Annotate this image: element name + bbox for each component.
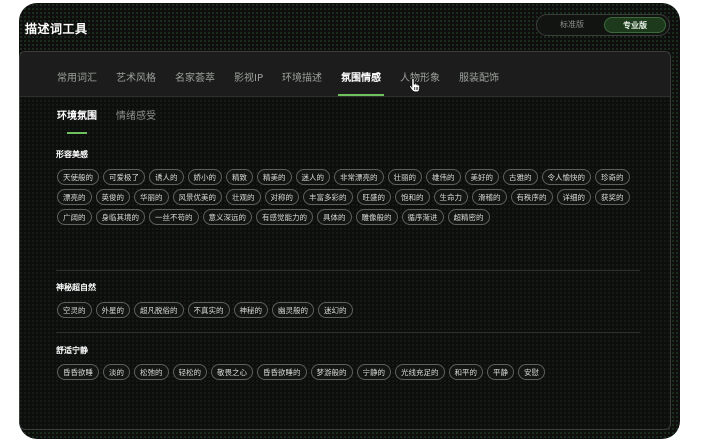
keyword-chip[interactable]: 饱和的 xyxy=(395,189,430,205)
keyword-chip[interactable]: 光线充足的 xyxy=(395,364,445,380)
keyword-chip[interactable]: 平静 xyxy=(487,364,514,380)
category-tabbar: 常用词汇 艺术风格 名家荟萃 影视IP 环境描述 氛围情感 人物形象 服装配饰 xyxy=(20,52,670,97)
section-title-beauty: 形容美感 xyxy=(56,150,88,159)
chip-list-mystic: 空灵的 外星的 超凡脱俗的 不真实的 神秘的 幽灵般的 迷幻的 xyxy=(57,302,643,318)
tab-masters[interactable]: 名家荟萃 xyxy=(175,69,215,84)
tab-art-style[interactable]: 艺术风格 xyxy=(116,69,156,84)
keyword-chip[interactable]: 精致 xyxy=(226,169,253,185)
keyword-chip[interactable]: 广阔的 xyxy=(57,209,92,225)
tab-atmosphere[interactable]: 氛围情感 xyxy=(341,69,381,84)
keyword-chip[interactable]: 敬畏之心 xyxy=(211,364,253,380)
active-tab-indicator xyxy=(338,94,384,96)
keyword-chip[interactable]: 有感觉能力的 xyxy=(256,209,313,225)
keyword-chip[interactable]: 壮观的 xyxy=(226,189,261,205)
keyword-chip[interactable]: 非常漂亮的 xyxy=(334,169,384,185)
keyword-chip[interactable]: 娇小的 xyxy=(187,169,222,185)
keyword-chip[interactable]: 美好的 xyxy=(464,169,499,185)
keyword-chip[interactable]: 精美的 xyxy=(257,169,292,185)
keyword-chip[interactable]: 昏昏欲睡 xyxy=(57,364,99,380)
keyword-chip[interactable]: 对称的 xyxy=(264,189,299,205)
keyword-chip[interactable]: 梦游般的 xyxy=(310,364,353,380)
keyword-chip[interactable]: 英俊的 xyxy=(95,189,130,205)
active-subtab-indicator xyxy=(67,132,87,134)
chip-list-beauty: 天使般的 可爱极了 诱人的 娇小的 精致 精美的 迷人的 非常漂亮的 壮丽的 雄伟的 美好的 古雅的令… xyxy=(57,169,643,225)
keyword-chip[interactable]: 超凡脱俗的 xyxy=(134,302,184,318)
keyword-chip[interactable]: 令人愉快的 xyxy=(541,169,591,185)
tab-environment[interactable]: 环境描述 xyxy=(282,69,322,84)
section-title-mystic: 神秘超自然 xyxy=(56,283,96,292)
keyword-chip[interactable]: 迷幻的 xyxy=(318,302,353,318)
keyword-chip[interactable]: 昏昏欲睡的 xyxy=(257,364,307,380)
keyword-chip[interactable]: 神秘的 xyxy=(233,302,268,318)
version-toggle: 标准版 专业版 xyxy=(536,14,670,36)
subtabbar: 环境氛围 情绪感受 xyxy=(20,97,670,131)
chip-list-serene: 昏昏欲睡 淡的 松弛的 轻松的 敬畏之心 昏昏欲睡的 梦游般的 宁静的 光线充足的 和平的 平静 安慰 xyxy=(57,364,643,380)
section-title-serene: 舒适宁静 xyxy=(56,346,88,355)
keyword-chip[interactable]: 滑稽的 xyxy=(472,189,507,205)
keyword-chip[interactable]: 旺盛的 xyxy=(356,189,391,205)
keyword-chip[interactable]: 壮丽的 xyxy=(387,169,422,185)
keyword-chip[interactable]: 身临其境的 xyxy=(95,209,145,225)
subtab-environment-atmosphere[interactable]: 环境氛围 xyxy=(57,107,97,122)
keyword-chip[interactable]: 有秩序的 xyxy=(510,189,553,205)
section-divider xyxy=(56,332,640,333)
keyword-chip[interactable]: 空灵的 xyxy=(57,302,92,318)
keyword-chip[interactable]: 诱人的 xyxy=(149,169,184,185)
keyword-chip[interactable]: 风景优美的 xyxy=(172,189,222,205)
standard-version-button[interactable]: 标准版 xyxy=(543,17,601,33)
keyword-chip[interactable]: 一丝不苟的 xyxy=(149,209,199,225)
keyword-chip[interactable]: 华丽的 xyxy=(134,189,169,205)
tab-clothing[interactable]: 服装配饰 xyxy=(459,69,499,84)
keyword-chip[interactable]: 幽灵般的 xyxy=(272,302,314,318)
section-divider xyxy=(56,270,640,271)
keyword-chip[interactable]: 珍奇的 xyxy=(595,169,630,185)
app-title: 描述词工具 xyxy=(25,22,88,36)
keyword-chip[interactable]: 详细的 xyxy=(556,189,591,205)
keyword-chip[interactable]: 漂亮的 xyxy=(57,189,92,205)
keyword-chip[interactable]: 迷人的 xyxy=(295,169,330,185)
keyword-chip[interactable]: 可爱极了 xyxy=(103,169,145,185)
keyword-chip[interactable]: 具体的 xyxy=(317,209,352,225)
keyword-chip[interactable]: 古雅的 xyxy=(503,169,538,185)
keyword-chip[interactable]: 淡的 xyxy=(103,364,130,380)
keyword-chip[interactable]: 安慰 xyxy=(518,364,545,380)
keyword-chip[interactable]: 意义深远的 xyxy=(202,209,252,225)
main-panel: 常用词汇 艺术风格 名家荟萃 影视IP 环境描述 氛围情感 人物形象 服装配饰 … xyxy=(19,51,671,430)
keyword-chip[interactable]: 天使般的 xyxy=(57,169,99,185)
subtab-emotions[interactable]: 情绪感受 xyxy=(116,107,156,122)
keyword-chip[interactable]: 轻松的 xyxy=(172,364,207,380)
keyword-chip[interactable]: 循序渐进 xyxy=(401,209,444,225)
keyword-chip[interactable]: 丰富多彩的 xyxy=(303,189,353,205)
keyword-chip[interactable]: 宁静的 xyxy=(356,364,391,380)
keyword-chip[interactable]: 外星的 xyxy=(95,302,130,318)
keyword-chip[interactable]: 生命力 xyxy=(433,189,468,205)
tab-common-words[interactable]: 常用词汇 xyxy=(57,69,97,84)
keyword-chip[interactable]: 获奖的 xyxy=(595,189,630,205)
app-window: 描述词工具 标准版 专业版 常用词汇 艺术风格 名家荟萃 影视IP 环境描述 氛… xyxy=(19,3,680,439)
hand-pointer-icon xyxy=(408,77,421,93)
keyword-chip[interactable]: 松弛的 xyxy=(134,364,169,380)
keyword-chip[interactable]: 超精密的 xyxy=(447,209,490,225)
keyword-chip[interactable]: 和平的 xyxy=(448,364,483,380)
keyword-chip[interactable]: 雄伟的 xyxy=(426,169,461,185)
tab-film-ip[interactable]: 影视IP xyxy=(234,69,263,84)
pro-version-button[interactable]: 专业版 xyxy=(604,17,666,33)
keyword-chip[interactable]: 不真实的 xyxy=(187,302,230,318)
keyword-chip[interactable]: 雕像般的 xyxy=(355,209,398,225)
